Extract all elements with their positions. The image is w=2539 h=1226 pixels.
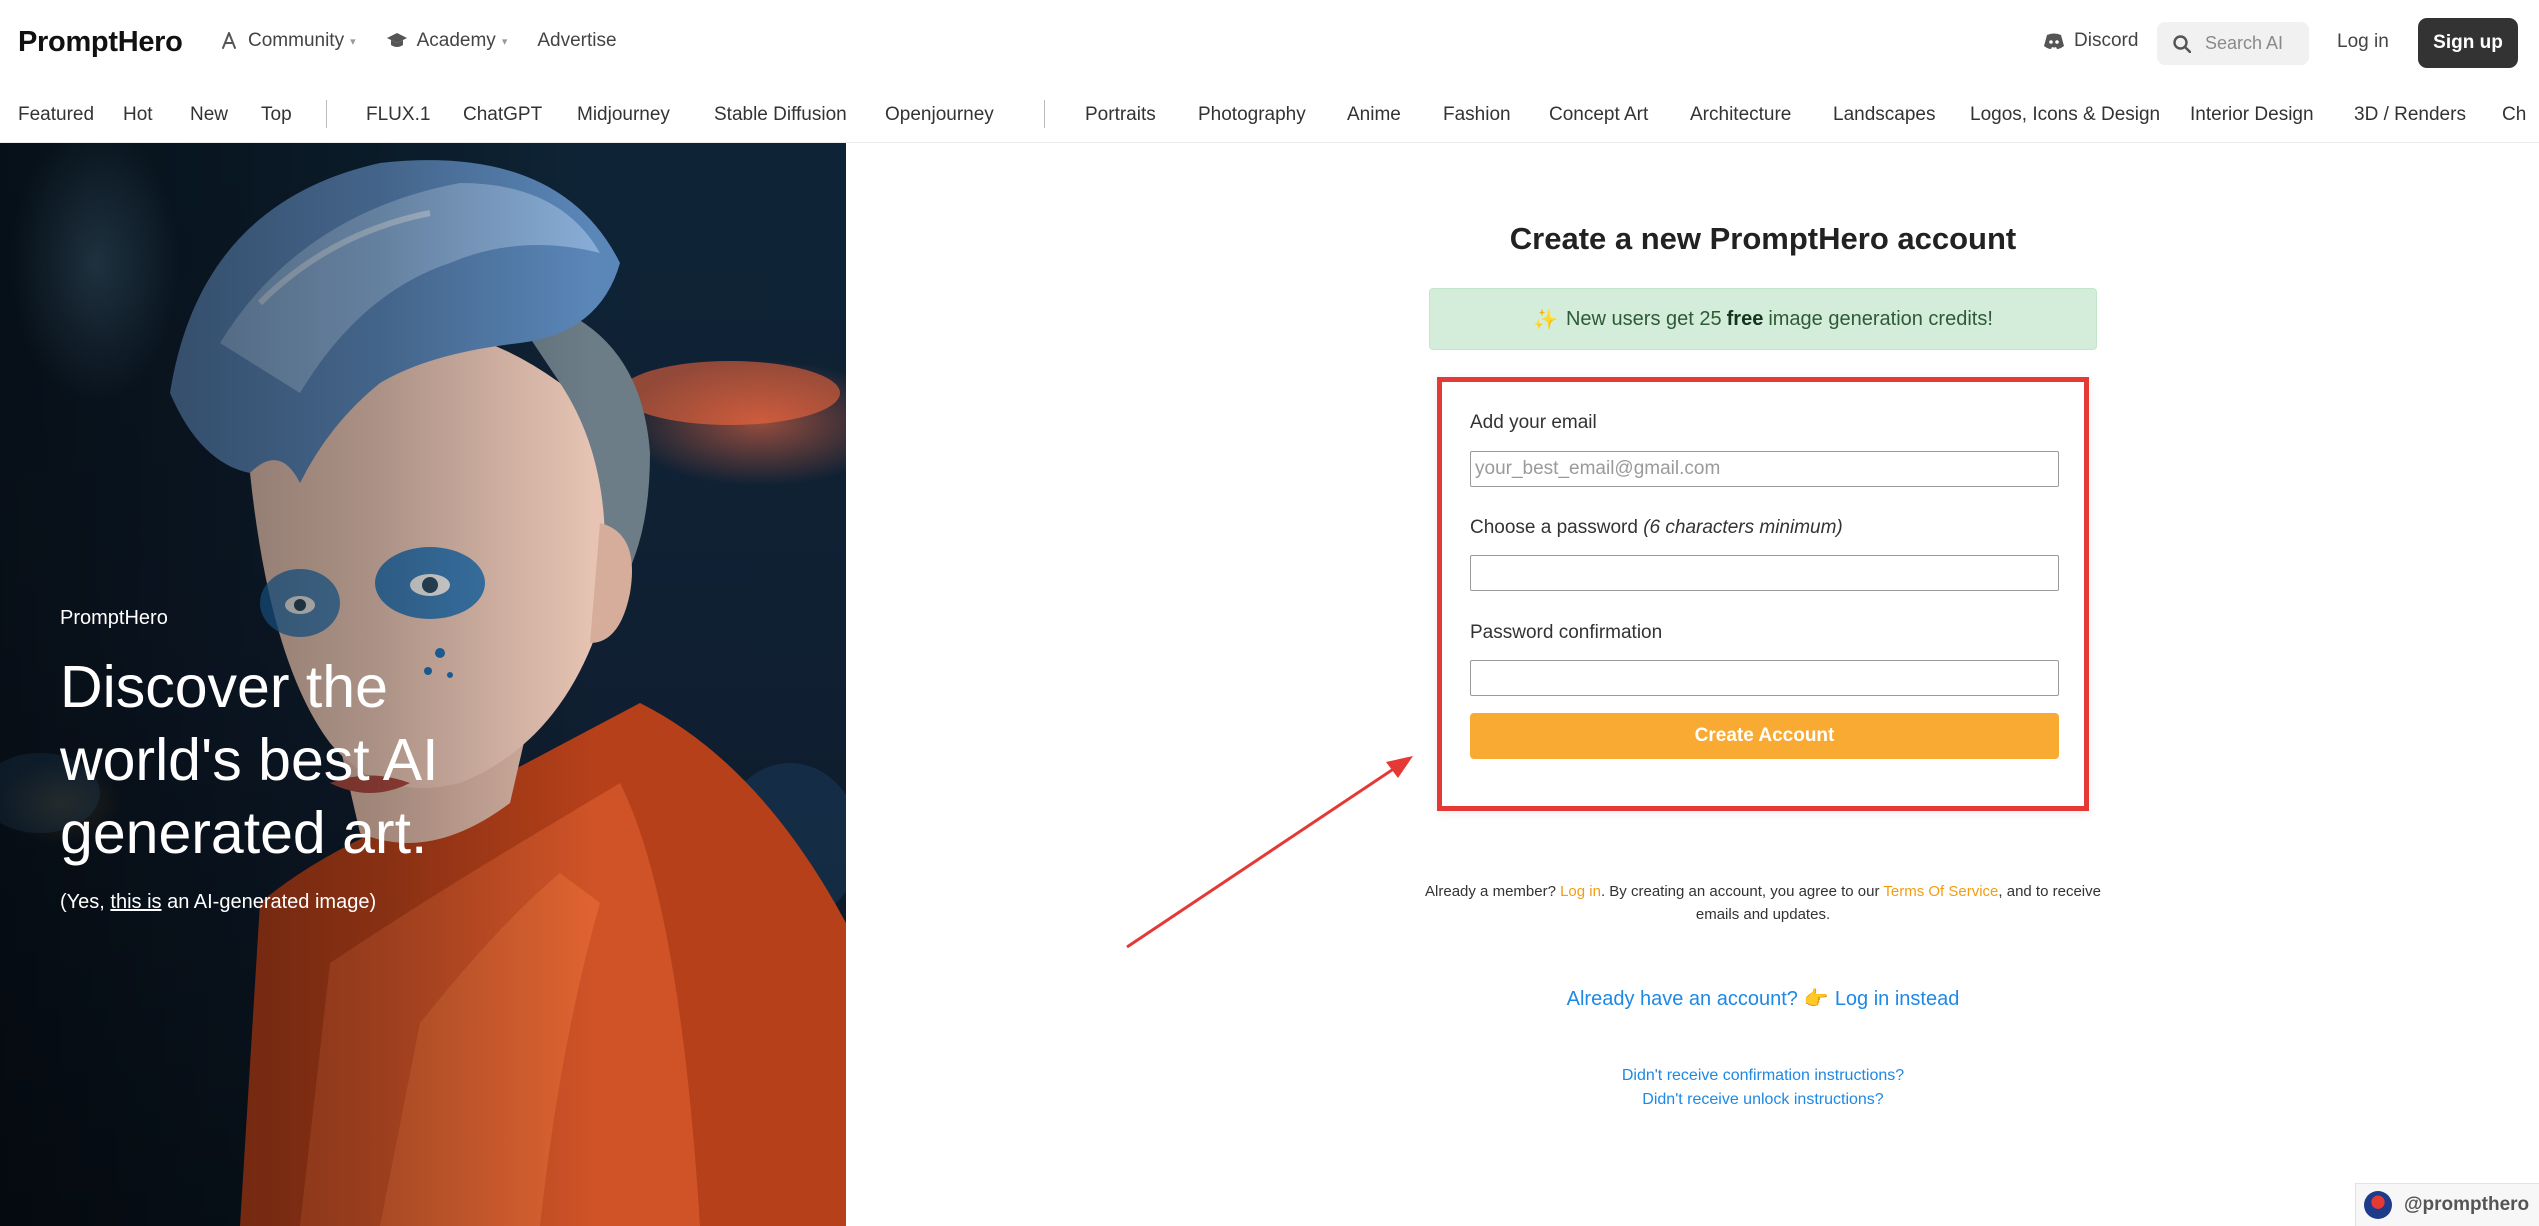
nav-advertise[interactable]: Advertise [537,30,616,52]
password-confirmation-label: Password confirmation [1470,622,1663,643]
category-anime[interactable]: Anime [1347,104,1401,126]
avatar [2364,1191,2392,1219]
discord-label: Discord [2074,30,2139,51]
terms-a: Already a member? [1425,883,1561,900]
annotation-arrow [1126,756,1413,949]
category-featured[interactable]: Featured [18,104,94,126]
site-logo[interactable]: PromptHero [18,26,183,59]
category-fashion[interactable]: Fashion [1443,104,1511,126]
category-nav: Featured Hot New Top FLUX.1 ChatGPT Midj… [0,88,2539,143]
badge-handle: @prompthero [2404,1194,2530,1215]
academy-cap-icon [386,33,407,47]
category-3d-renders[interactable]: 3D / Renders [2354,104,2466,126]
hero-caption-link[interactable]: this is [110,891,161,913]
category-logos-icons-design[interactable]: Logos, Icons & Design [1970,104,2160,126]
category-concept-art[interactable]: Concept Art [1549,104,1648,126]
search-box[interactable] [2157,22,2309,65]
category-hot[interactable]: Hot [123,104,153,126]
hero-title: Discover the world's best AI generated a… [60,654,439,866]
category-architecture[interactable]: Architecture [1690,104,1791,126]
top-header: PromptHero Community ▾ Academy ▾ Adverti… [0,0,2539,88]
password-label-text: Choose a password [1470,517,1638,538]
category-more[interactable]: Ch [2502,104,2526,126]
password-label: Choose a password (6 characters minimum) [1470,517,1843,539]
create-account-button[interactable]: Create Account [1470,713,2059,759]
password-hint: (6 characters minimum) [1643,517,1843,538]
category-photography[interactable]: Photography [1198,104,1306,126]
sparkles-icon: ✨ [1533,308,1558,331]
promo-suffix: image generation credits! [1768,307,1993,330]
hero-brand: PromptHero [60,607,168,629]
prompthero-badge[interactable]: @prompthero [2355,1183,2539,1226]
category-divider [1044,100,1045,128]
email-field[interactable] [1470,451,2059,487]
help-links: Didn't receive confirmation instructions… [1430,1064,2096,1112]
category-stable-diffusion[interactable]: Stable Diffusion [714,104,847,126]
chevron-down-icon: ▾ [350,35,356,48]
promo-banner: ✨ New users get 25 free image generation… [1429,288,2097,350]
nav-academy[interactable]: Academy ▾ [386,30,508,52]
hero-caption-suffix: an AI-generated image) [161,891,377,913]
terms-login-link[interactable]: Log in [1560,883,1601,900]
login-instead-a: Already have an account? [1566,988,1798,1010]
category-landscapes[interactable]: Landscapes [1833,104,1935,126]
main-nav: Community ▾ Academy ▾ Advertise [219,30,647,52]
terms-of-service-link[interactable]: Terms Of Service [1883,883,1998,900]
chevron-down-icon: ▾ [501,35,508,48]
login-instead-b: Log in instead [1834,988,1960,1010]
login-instead-link[interactable]: Already have an account? 👉 Log in instead [1430,986,2096,1011]
community-icon [222,32,236,49]
unlock-instructions-link[interactable]: Didn't receive unlock instructions? [1430,1088,2096,1112]
confirmation-instructions-link[interactable]: Didn't receive confirmation instructions… [1430,1064,2096,1088]
promo-prefix: New users get 25 [1565,307,1722,330]
category-interior-design[interactable]: Interior Design [2190,104,2314,126]
promo-bold: free [1726,307,1764,330]
hero-caption-prefix: (Yes, [60,891,111,913]
category-new[interactable]: New [190,104,228,126]
signup-button[interactable]: Sign up [2418,18,2518,68]
search-input[interactable] [2205,33,2285,54]
discord-icon [2044,33,2064,49]
hero-panel: PromptHero Discover the world's best AI … [0,143,846,1226]
category-top[interactable]: Top [261,104,292,126]
email-label: Add your email [1470,412,1597,433]
category-flux[interactable]: FLUX.1 [366,104,430,126]
password-field[interactable] [1470,555,2059,591]
search-icon [2173,34,2191,53]
login-link[interactable]: Log in [2337,31,2389,53]
nav-community[interactable]: Community ▾ [219,30,356,52]
terms-text: Already a member? Log in. By creating an… [1425,880,2101,926]
category-openjourney[interactable]: Openjourney [885,104,994,126]
password-confirmation-field[interactable] [1470,660,2059,696]
category-midjourney[interactable]: Midjourney [577,104,670,126]
page-title: Create a new PromptHero account [1509,221,2017,256]
discord-link[interactable]: Discord [2043,30,2138,52]
terms-b: . By creating an account, you agree to o… [1600,883,1884,900]
hero-caption: (Yes, this is an AI-generated image) [60,891,376,914]
category-divider [326,100,327,128]
pointing-hand-icon: 👉 [1803,988,1829,1010]
nav-advertise-label: Advertise [537,30,617,51]
signup-form: Add your email Choose a password (6 char… [1437,377,2089,811]
category-chatgpt[interactable]: ChatGPT [463,104,542,126]
category-portraits[interactable]: Portraits [1085,104,1156,126]
nav-academy-label: Academy [416,30,496,51]
nav-community-label: Community [248,30,345,51]
